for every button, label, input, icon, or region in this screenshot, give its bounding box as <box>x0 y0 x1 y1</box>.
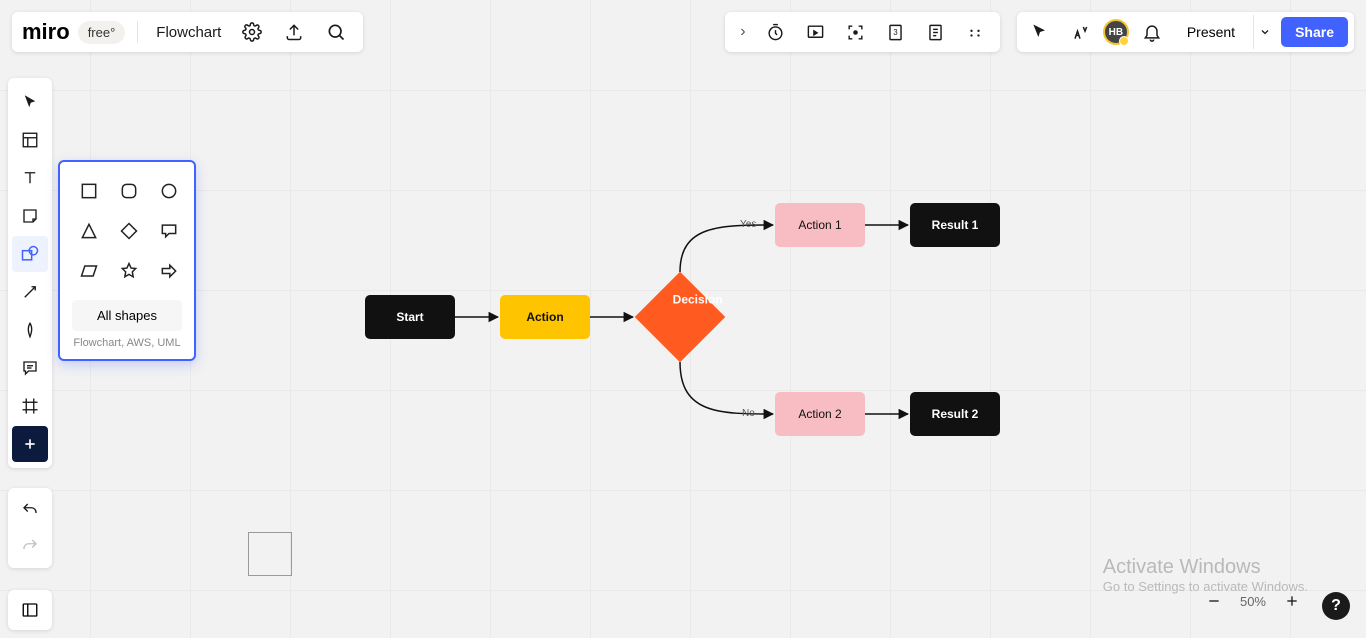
help-button[interactable]: ? <box>1322 592 1350 620</box>
all-shapes-label: All shapes <box>97 308 157 323</box>
focus-icon[interactable] <box>839 15 873 49</box>
user-avatar[interactable]: HB <box>1103 19 1129 45</box>
hide-panels-button[interactable] <box>8 590 52 630</box>
node-action2[interactable]: Action 2 <box>775 392 865 436</box>
node-action1[interactable]: Action 1 <box>775 203 865 247</box>
edge-label-yes: Yes <box>740 219 756 230</box>
tool-frame[interactable] <box>12 388 48 424</box>
reactions-icon[interactable] <box>1063 15 1097 49</box>
search-icon[interactable] <box>319 15 353 49</box>
present-label: Present <box>1187 24 1235 40</box>
zoom-in-button[interactable] <box>1280 589 1304 613</box>
timer-icon[interactable] <box>759 15 793 49</box>
shape-arrow-right[interactable] <box>156 258 182 284</box>
tool-add-more[interactable] <box>12 426 48 462</box>
shape-rounded-rectangle[interactable] <box>116 178 142 204</box>
node-action[interactable]: Action <box>500 295 590 339</box>
svg-text:3: 3 <box>893 27 898 36</box>
notes-icon[interactable] <box>918 15 952 49</box>
tool-sticky-note[interactable] <box>12 198 48 234</box>
node-label: Action 1 <box>798 218 841 232</box>
share-label: Share <box>1295 24 1334 40</box>
shape-star[interactable] <box>116 258 142 284</box>
node-decision[interactable]: Decision <box>635 272 725 362</box>
drawing-preview-rect[interactable] <box>248 532 292 576</box>
shapes-hint: Flowchart, AWS, UML <box>70 337 184 349</box>
node-label: Result 1 <box>932 218 979 232</box>
present-button[interactable]: Present <box>1175 17 1247 47</box>
tool-pen[interactable] <box>12 312 48 348</box>
shape-grid <box>70 176 184 294</box>
undo-redo-bar <box>8 488 52 568</box>
shape-rhombus[interactable] <box>116 218 142 244</box>
tool-templates[interactable] <box>12 122 48 158</box>
export-icon[interactable] <box>277 15 311 49</box>
all-shapes-button[interactable]: All shapes <box>72 300 182 331</box>
cursor-tracking-icon[interactable] <box>1023 15 1057 49</box>
help-glyph: ? <box>1331 597 1341 615</box>
more-apps-icon[interactable] <box>958 15 992 49</box>
notifications-icon[interactable] <box>1135 15 1169 49</box>
edge-label-no: No <box>742 408 755 419</box>
plan-badge[interactable]: free° <box>78 21 126 44</box>
zoom-out-button[interactable] <box>1202 589 1226 613</box>
zoom-bar: 50% <box>1196 584 1310 618</box>
shape-triangle[interactable] <box>76 218 102 244</box>
expand-icon[interactable]: › <box>733 23 753 41</box>
share-button[interactable]: Share <box>1281 17 1348 47</box>
left-toolbar <box>8 78 52 468</box>
node-label: Start <box>396 310 423 324</box>
miro-logo[interactable]: miro <box>22 19 70 45</box>
board-name[interactable]: Flowchart <box>150 24 227 41</box>
actions-bar: HB Present Share <box>1017 12 1354 52</box>
presentation-icon[interactable] <box>799 15 833 49</box>
tool-select[interactable] <box>12 84 48 120</box>
settings-icon[interactable] <box>235 15 269 49</box>
tool-shapes[interactable] <box>12 236 48 272</box>
tool-comment[interactable] <box>12 350 48 386</box>
shapes-popover: All shapes Flowchart, AWS, UML <box>58 160 196 361</box>
undo-button[interactable] <box>12 492 48 528</box>
node-result2[interactable]: Result 2 <box>910 392 1000 436</box>
zoom-level[interactable]: 50% <box>1240 594 1266 609</box>
node-label: Action <box>526 310 563 324</box>
tool-text[interactable] <box>12 160 48 196</box>
node-label: Decision <box>666 292 730 306</box>
header-bar: miro free° Flowchart <box>12 12 363 52</box>
tool-connection-line[interactable] <box>12 274 48 310</box>
divider <box>137 21 138 43</box>
redo-button[interactable] <box>12 528 48 564</box>
shape-speech-bubble[interactable] <box>156 218 182 244</box>
avatar-initials: HB <box>1109 27 1123 38</box>
collab-bar: › 3 <box>725 12 1000 52</box>
voting-icon[interactable]: 3 <box>878 15 912 49</box>
present-dropdown-icon[interactable] <box>1253 15 1275 49</box>
node-label: Result 2 <box>932 407 979 421</box>
shape-circle[interactable] <box>156 178 182 204</box>
shape-parallelogram[interactable] <box>76 258 102 284</box>
shape-rectangle[interactable] <box>76 178 102 204</box>
node-start[interactable]: Start <box>365 295 455 339</box>
node-label: Action 2 <box>798 407 841 421</box>
node-result1[interactable]: Result 1 <box>910 203 1000 247</box>
